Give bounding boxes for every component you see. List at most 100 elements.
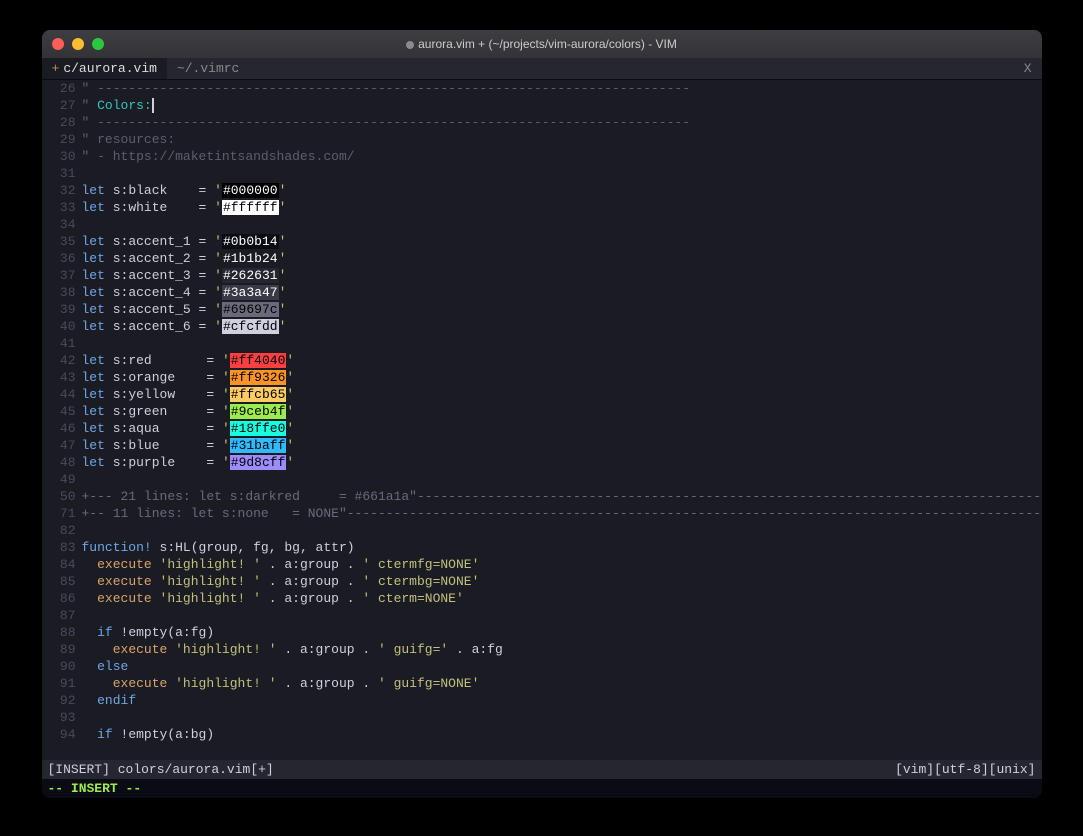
- line-number: 89: [42, 641, 82, 658]
- code-content[interactable]: function! s:HL(group, fg, bg, attr): [82, 539, 1042, 556]
- code-content[interactable]: if !empty(a:fg): [82, 624, 1042, 641]
- line-number: 90: [42, 658, 82, 675]
- code-line: 33let s:white = '#ffffff': [42, 199, 1042, 216]
- color-swatch: #262631: [222, 268, 279, 283]
- code-content[interactable]: let s:accent_5 = '#69697c': [82, 301, 1042, 318]
- code-content[interactable]: " - https://maketintsandshades.com/: [82, 148, 1042, 165]
- tab-modified-icon: +: [52, 61, 60, 76]
- code-content[interactable]: " Colors:: [82, 97, 1042, 114]
- code-content[interactable]: let s:red = '#ff4040': [82, 352, 1042, 369]
- code-line: 42let s:red = '#ff4040': [42, 352, 1042, 369]
- code-content[interactable]: execute 'highlight! ' . a:group . ' guif…: [82, 675, 1042, 692]
- code-content[interactable]: " --------------------------------------…: [82, 80, 1042, 97]
- code-line: 28" ------------------------------------…: [42, 114, 1042, 131]
- line-number: 85: [42, 573, 82, 590]
- code-line: 48let s:purple = '#9d8cff': [42, 454, 1042, 471]
- document-modified-icon: [406, 41, 414, 49]
- line-number: 91: [42, 675, 82, 692]
- cursor: [152, 98, 154, 113]
- line-number: 30: [42, 148, 82, 165]
- code-content[interactable]: let s:blue = '#31baff': [82, 437, 1042, 454]
- code-content[interactable]: let s:accent_1 = '#0b0b14': [82, 233, 1042, 250]
- code-content[interactable]: [82, 522, 1042, 539]
- code-line: 40let s:accent_6 = '#cfcfdd': [42, 318, 1042, 335]
- line-number: 40: [42, 318, 82, 335]
- code-content[interactable]: " --------------------------------------…: [82, 114, 1042, 131]
- tab-close-button[interactable]: X: [1014, 58, 1042, 79]
- code-line: 85 execute 'highlight! ' . a:group . ' c…: [42, 573, 1042, 590]
- code-content[interactable]: execute 'highlight! ' . a:group . ' cter…: [82, 556, 1042, 573]
- code-content[interactable]: let s:accent_3 = '#262631': [82, 267, 1042, 284]
- code-content[interactable]: let s:accent_4 = '#3a3a47': [82, 284, 1042, 301]
- code-line: 89 execute 'highlight! ' . a:group . ' g…: [42, 641, 1042, 658]
- code-content[interactable]: +--- 21 lines: let s:darkred = #661a1a"-…: [82, 488, 1042, 505]
- code-content[interactable]: execute 'highlight! ' . a:group . ' cter…: [82, 573, 1042, 590]
- color-swatch: #31baff: [230, 438, 287, 453]
- color-swatch: #9ceb4f: [230, 404, 287, 419]
- code-line: 36let s:accent_2 = '#1b1b24': [42, 250, 1042, 267]
- color-swatch: #3a3a47: [222, 285, 279, 300]
- line-number: 48: [42, 454, 82, 471]
- code-line: 26" ------------------------------------…: [42, 80, 1042, 97]
- code-line: 45let s:green = '#9ceb4f': [42, 403, 1042, 420]
- color-swatch: #ff9326: [230, 370, 287, 385]
- code-content[interactable]: execute 'highlight! ' . a:group . ' cter…: [82, 590, 1042, 607]
- tab-label: c/aurora.vim: [63, 61, 157, 76]
- code-line: 43let s:orange = '#ff9326': [42, 369, 1042, 386]
- code-line: 47let s:blue = '#31baff': [42, 437, 1042, 454]
- line-number: 38: [42, 284, 82, 301]
- code-content[interactable]: execute 'highlight! ' . a:group . ' guif…: [82, 641, 1042, 658]
- code-content[interactable]: [82, 471, 1042, 488]
- code-content[interactable]: let s:white = '#ffffff': [82, 199, 1042, 216]
- status-right: [vim][utf-8][unix]: [895, 762, 1035, 777]
- line-number: 93: [42, 709, 82, 726]
- line-number: 32: [42, 182, 82, 199]
- code-line: 41: [42, 335, 1042, 352]
- color-swatch: #9d8cff: [230, 455, 287, 470]
- code-line: 37let s:accent_3 = '#262631': [42, 267, 1042, 284]
- tab-vimrc[interactable]: ~/.vimrc: [167, 58, 249, 79]
- code-content[interactable]: let s:green = '#9ceb4f': [82, 403, 1042, 420]
- code-content[interactable]: let s:purple = '#9d8cff': [82, 454, 1042, 471]
- code-content[interactable]: let s:orange = '#ff9326': [82, 369, 1042, 386]
- code-content[interactable]: " resources:: [82, 131, 1042, 148]
- tab-label: ~/.vimrc: [177, 61, 239, 76]
- line-number: 43: [42, 369, 82, 386]
- terminal-window: aurora.vim + (~/projects/vim-aurora/colo…: [42, 30, 1042, 798]
- code-content[interactable]: [82, 165, 1042, 182]
- status-line: [INSERT] colors/aurora.vim[+] [vim][utf-…: [42, 760, 1042, 779]
- color-swatch: #000000: [222, 183, 279, 198]
- code-content[interactable]: endif: [82, 692, 1042, 709]
- color-swatch: #ff4040: [230, 353, 287, 368]
- code-line: 27" Colors:: [42, 97, 1042, 114]
- line-number: 84: [42, 556, 82, 573]
- line-number: 41: [42, 335, 82, 352]
- code-line: 90 else: [42, 658, 1042, 675]
- code-content[interactable]: [82, 607, 1042, 624]
- titlebar: aurora.vim + (~/projects/vim-aurora/colo…: [42, 30, 1042, 58]
- code-content[interactable]: let s:accent_2 = '#1b1b24': [82, 250, 1042, 267]
- editor[interactable]: 26" ------------------------------------…: [42, 80, 1042, 760]
- code-content[interactable]: let s:black = '#000000': [82, 182, 1042, 199]
- code-line: 35let s:accent_1 = '#0b0b14': [42, 233, 1042, 250]
- code-content[interactable]: let s:aqua = '#18ffe0': [82, 420, 1042, 437]
- code-line: 38let s:accent_4 = '#3a3a47': [42, 284, 1042, 301]
- line-number: 29: [42, 131, 82, 148]
- line-number: 71: [42, 505, 82, 522]
- color-swatch: #0b0b14: [222, 234, 279, 249]
- line-number: 87: [42, 607, 82, 624]
- line-number: 94: [42, 726, 82, 743]
- code-content[interactable]: [82, 216, 1042, 233]
- tab-aurora[interactable]: +c/aurora.vim: [42, 58, 167, 79]
- color-swatch: #1b1b24: [222, 251, 279, 266]
- code-content[interactable]: [82, 709, 1042, 726]
- code-content[interactable]: else: [82, 658, 1042, 675]
- color-swatch: #18ffe0: [230, 421, 287, 436]
- code-line: 82: [42, 522, 1042, 539]
- code-line: 87: [42, 607, 1042, 624]
- code-content[interactable]: +-- 11 lines: let s:none = NONE"--------…: [82, 505, 1042, 522]
- code-content[interactable]: [82, 335, 1042, 352]
- code-content[interactable]: if !empty(a:bg): [82, 726, 1042, 743]
- code-content[interactable]: let s:yellow = '#ffcb65': [82, 386, 1042, 403]
- code-content[interactable]: let s:accent_6 = '#cfcfdd': [82, 318, 1042, 335]
